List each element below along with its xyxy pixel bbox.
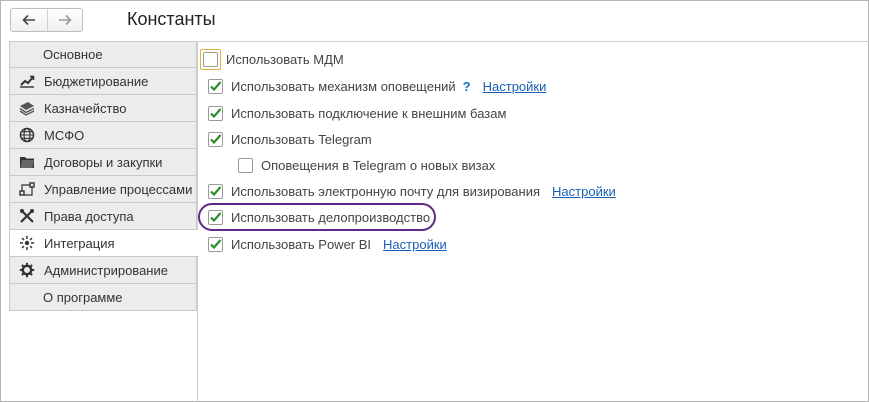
- checkmark-icon: [210, 211, 222, 222]
- back-button[interactable]: [11, 9, 47, 31]
- checkmark-icon: [210, 133, 222, 144]
- checkmark-icon: [210, 107, 222, 118]
- window-frame: Константы Основное Бюджетирование Казнач…: [0, 0, 869, 402]
- email-visas-settings-link[interactable]: Настройки: [552, 184, 616, 199]
- sidebar-item-processes[interactable]: Управление процессами: [9, 176, 197, 203]
- setting-telegram: Использовать Telegram: [208, 129, 372, 149]
- sidebar-item-administration[interactable]: Администрирование: [9, 257, 197, 284]
- mdm-checkbox[interactable]: [203, 51, 218, 67]
- sidebar-item-main[interactable]: Основное: [9, 41, 197, 68]
- sidebar-item-budgeting[interactable]: Бюджетирование: [9, 68, 197, 95]
- setting-mdm: Использовать МДМ: [200, 48, 344, 70]
- sidebar-item-label: Права доступа: [44, 208, 134, 224]
- checkmark-icon: [210, 185, 222, 196]
- sidebar-item-label: МСФО: [44, 127, 85, 143]
- checkmark-icon: [210, 80, 222, 91]
- setting-label: Использовать электронную почту для визир…: [231, 183, 541, 199]
- records-checkbox[interactable]: [208, 209, 223, 225]
- powerbi-checkbox[interactable]: [208, 236, 223, 252]
- globe-icon: [19, 127, 35, 143]
- notifications-checkbox[interactable]: [208, 78, 223, 94]
- telegram-visas-checkbox[interactable]: [238, 157, 253, 173]
- help-icon[interactable]: ?: [463, 79, 471, 94]
- sidebar-item-label: Казначейство: [44, 100, 127, 116]
- sidebar-item-label: Управление процессами: [44, 181, 193, 197]
- mdm-checkbox-focus: [200, 48, 221, 70]
- setting-label: Оповещения в Telegram о новых визах: [261, 157, 496, 173]
- setting-label: Использовать Telegram: [231, 131, 372, 147]
- sidebar-item-treasury[interactable]: Казначейство: [9, 95, 197, 122]
- sidebar-item-label: Договоры и закупки: [44, 154, 163, 170]
- powerbi-settings-link[interactable]: Настройки: [383, 237, 447, 252]
- header-divider: [198, 41, 869, 42]
- setting-telegram-visas: Оповещения в Telegram о новых визах: [238, 155, 495, 175]
- page-title: Константы: [127, 9, 216, 29]
- gear-icon: [19, 262, 35, 278]
- setting-external-db: Использовать подключение к внешним базам: [208, 103, 506, 123]
- setting-label: Использовать делопроизводство: [231, 209, 431, 225]
- sidebar-item-access-rights[interactable]: Права доступа: [9, 203, 197, 230]
- setting-label: Использовать механизм оповещений: [231, 78, 456, 94]
- setting-label: Использовать МДМ: [226, 51, 344, 67]
- process-icon: [19, 181, 35, 197]
- sidebar: Основное Бюджетирование Казначейство МСФ…: [9, 41, 199, 311]
- sidebar-item-ifrs[interactable]: МСФО: [9, 122, 197, 149]
- sidebar-item-label: Основное: [43, 47, 103, 62]
- setting-notifications: Использовать механизм оповещений ? Настр…: [208, 76, 546, 96]
- sidebar-item-contracts[interactable]: Договоры и закупки: [9, 149, 197, 176]
- notifications-settings-link[interactable]: Настройки: [483, 79, 547, 94]
- arrow-right-icon: [58, 14, 72, 26]
- email-visas-checkbox[interactable]: [208, 183, 223, 199]
- setting-label: Использовать подключение к внешним базам: [231, 105, 507, 121]
- sidebar-item-label: О программе: [43, 289, 123, 305]
- sidebar-item-about[interactable]: О программе: [9, 284, 197, 311]
- checkmark-icon: [210, 238, 222, 249]
- setting-records: Использовать делопроизводство: [208, 207, 430, 227]
- setting-powerbi: Использовать Power BI Настройки: [208, 234, 447, 254]
- sidebar-item-label: Бюджетирование: [44, 73, 149, 89]
- forward-button[interactable]: [46, 9, 83, 31]
- sidebar-item-label: Администрирование: [44, 262, 168, 278]
- navigation-buttons: [10, 8, 83, 32]
- tools-icon: [19, 208, 35, 224]
- setting-email-visas: Использовать электронную почту для визир…: [208, 181, 616, 201]
- setting-label: Использовать Power BI: [231, 236, 372, 252]
- arrow-left-icon: [22, 14, 35, 26]
- telegram-checkbox[interactable]: [208, 131, 223, 147]
- external-db-checkbox[interactable]: [208, 105, 223, 121]
- folder-icon: [19, 154, 35, 170]
- sidebar-item-label: Интеграция: [44, 235, 115, 251]
- money-icon: [19, 100, 35, 116]
- integration-icon: [19, 235, 35, 251]
- sidebar-item-integration[interactable]: Интеграция: [9, 230, 199, 257]
- chart-icon: [19, 73, 35, 89]
